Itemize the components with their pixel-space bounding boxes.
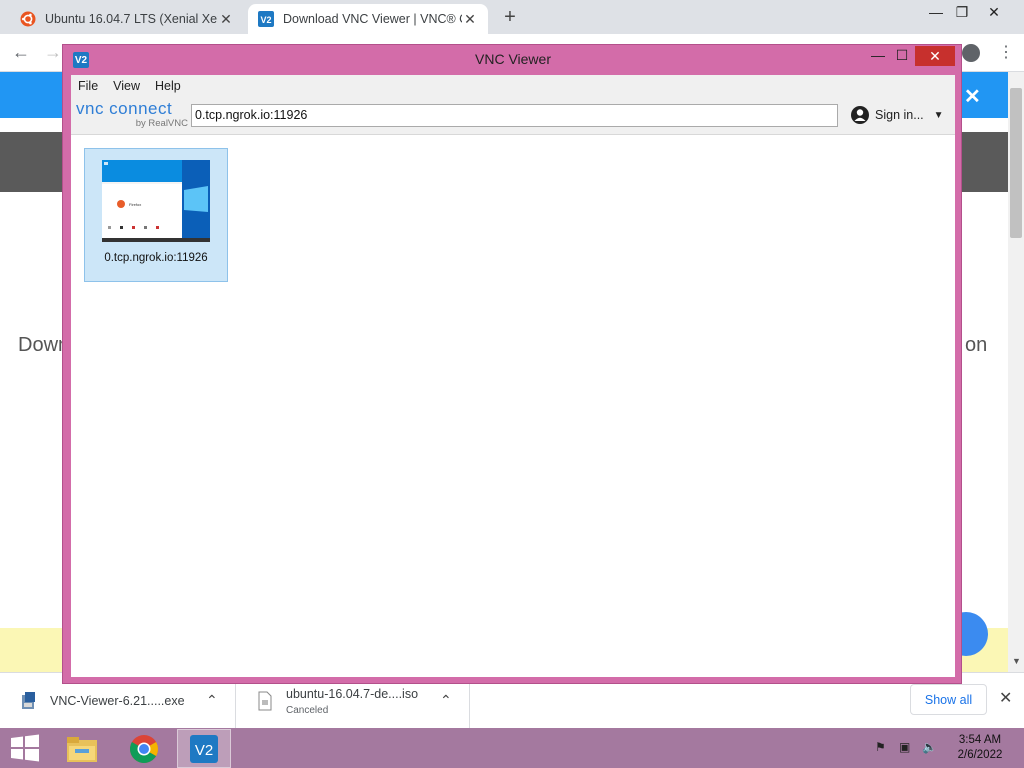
taskbar-vnc-viewer[interactable]: V2 — [177, 729, 231, 768]
connection-tile[interactable]: Firefox 0.tcp.ngrok.io:11926 — [84, 148, 228, 282]
tab-vnc-download[interactable]: V2 Download VNC Viewer | VNC® Connect ✕ — [248, 4, 488, 34]
taskbar-chrome[interactable] — [117, 729, 171, 768]
browser-menu-icon[interactable]: ⋮ — [998, 42, 1014, 62]
page-heading-fragment: on — [965, 334, 988, 356]
close-icon[interactable]: ✕ — [218, 11, 234, 28]
taskbar-clock[interactable]: 3:54 AM 2/6/2022 — [950, 733, 1010, 763]
desktop-preview-image: Firefox — [102, 160, 210, 242]
back-arrow-icon[interactable]: ← — [12, 42, 30, 63]
vnc-connect-logo: vnc connect by RealVNC — [76, 99, 188, 130]
window-title: VNC Viewer — [475, 51, 551, 67]
connection-label: 0.tcp.ngrok.io:11926 — [104, 252, 208, 264]
user-icon — [851, 106, 869, 124]
installer-file-icon — [22, 692, 35, 709]
scroll-down-icon[interactable]: ▼ — [1012, 656, 1021, 666]
close-icon[interactable]: ✕ — [462, 11, 478, 28]
windows-start-icon[interactable] — [10, 734, 40, 762]
window-close-icon[interactable]: ✕ — [976, 0, 1012, 28]
network-icon[interactable]: ▣ — [899, 740, 910, 754]
sign-in-button[interactable]: Sign in... ▼ — [851, 106, 944, 124]
menu-file[interactable]: File — [78, 79, 98, 93]
thumbnail-app-label: Firefox — [129, 202, 141, 207]
profile-avatar-icon[interactable] — [962, 44, 980, 62]
logo-main: vnc connect — [76, 99, 173, 118]
file-icon — [258, 691, 272, 711]
menu-view[interactable]: View — [113, 79, 140, 93]
download-filename: ubuntu-16.04.7-de....iso — [286, 686, 419, 701]
forward-arrow-icon[interactable]: → — [44, 42, 62, 63]
vnc-viewer-window: V2 VNC Viewer — ☐ ✕ File View Help vnc c… — [62, 44, 962, 684]
menu-bar: File View Help — [71, 75, 955, 97]
chrome-icon — [130, 734, 158, 763]
chevron-up-icon[interactable]: ⌃ — [440, 692, 452, 709]
vnc-viewer-icon: V2 — [190, 734, 218, 763]
taskbar-file-explorer[interactable] — [55, 729, 109, 768]
sign-in-label: Sign in... — [875, 108, 924, 122]
show-all-button[interactable]: Show all — [910, 684, 987, 715]
address-input[interactable]: 0.tcp.ngrok.io:11926 — [191, 104, 838, 127]
folder-icon — [67, 736, 97, 762]
banner-close-icon[interactable]: ✕ — [964, 84, 981, 109]
download-status: Canceled — [286, 704, 329, 716]
chevron-up-icon[interactable]: ⌃ — [206, 692, 218, 709]
minimize-icon[interactable]: — — [865, 47, 891, 65]
new-tab-button[interactable]: + — [500, 6, 520, 29]
connection-thumbnail: Firefox — [102, 160, 210, 242]
downloads-close-icon[interactable]: ✕ — [999, 688, 1012, 708]
dropdown-caret-icon: ▼ — [933, 109, 944, 121]
clock-date: 2/6/2022 — [957, 749, 1003, 761]
menu-help[interactable]: Help — [155, 79, 181, 93]
action-center-icon[interactable]: ⚑ — [875, 740, 886, 754]
logo-sub: by RealVNC — [135, 118, 188, 129]
scrollbar-thumb[interactable] — [1010, 88, 1022, 238]
svg-text:V2: V2 — [195, 742, 213, 759]
restore-icon[interactable]: ❐ — [944, 0, 980, 28]
vnc-client-area: File View Help vnc connect by RealVNC 0.… — [71, 75, 955, 677]
vnc-icon: V2 — [258, 11, 274, 27]
volume-muted-icon[interactable]: 🔈 — [922, 740, 937, 754]
ubuntu-icon — [20, 11, 36, 27]
browser-tab-strip: Ubuntu 16.04.7 LTS (Xenial Xerus) ✕ V2 D… — [0, 0, 1024, 34]
clock-time: 3:54 AM — [958, 734, 1002, 746]
maximize-icon[interactable]: ☐ — [889, 47, 915, 65]
window-close-button[interactable]: ✕ — [915, 46, 955, 66]
tab-ubuntu[interactable]: Ubuntu 16.04.7 LTS (Xenial Xerus) ✕ — [10, 4, 244, 34]
download-filename: VNC-Viewer-6.21.....exe — [50, 694, 185, 708]
tab-title: Ubuntu 16.04.7 LTS (Xenial Xerus) — [45, 12, 218, 26]
address-book: Firefox 0.tcp.ngrok.io:11926 — [71, 135, 955, 677]
svg-text:V2: V2 — [260, 15, 271, 25]
vnc-toolbar: vnc connect by RealVNC 0.tcp.ngrok.io:11… — [71, 97, 955, 135]
tab-title: Download VNC Viewer | VNC® Connect — [283, 12, 462, 26]
